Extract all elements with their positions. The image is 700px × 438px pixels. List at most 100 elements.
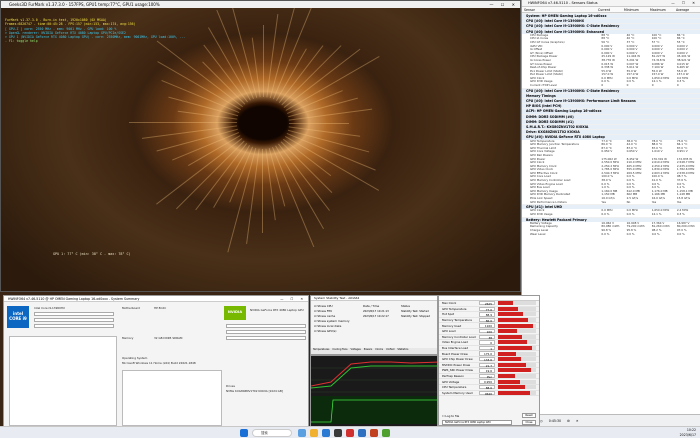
gpuz-sensor-graph <box>498 323 536 328</box>
close-icon[interactable]: ✕ <box>576 419 579 423</box>
hwinfo-sensors-title-bar[interactable]: HWiNFO64 v7.46-5110 - Sensors Status — ☐… <box>522 0 700 7</box>
osd-line: - F1: toggle help <box>5 39 38 44</box>
graph-tab[interactable]: Powers <box>364 348 372 354</box>
gpuz-taskbar-icon[interactable] <box>382 429 390 437</box>
column-header[interactable]: Minimum <box>622 7 648 12</box>
gpuz-sensor-name: Bus Interface Load <box>442 346 469 351</box>
gpuz-sensor-window[interactable]: Max Clock 2625 GPU Temperature 77.0 Hot Spot… <box>438 295 540 426</box>
gpuz-sensor-value: 0 <box>479 340 495 345</box>
gpuz-sensor-graph <box>498 368 536 373</box>
os-value: Microsoft Windows 11 Home (x64) Build 22… <box>122 361 196 365</box>
close-button[interactable]: Close <box>522 420 536 425</box>
iris-ray <box>285 56 380 111</box>
drives-label: Drives <box>226 384 235 388</box>
column-header[interactable]: Maximum <box>648 7 674 12</box>
aida64-taskbar-icon[interactable] <box>370 429 378 437</box>
column-header[interactable]: Current <box>596 7 622 12</box>
gpuz-sensor-graph <box>498 306 536 311</box>
gpuz-sensor-value: 86.0 <box>479 317 495 323</box>
gpuz-sensor-name: CPU Temperature <box>442 385 467 390</box>
sensor-value: 0 <box>601 83 604 88</box>
gpuz-graph-fill <box>498 362 526 367</box>
system-clock[interactable]: 10:22 2023/6/17 <box>680 428 696 437</box>
sensor-row[interactable]: GPU Performance Limiters Yes No Yes Yes <box>522 199 700 205</box>
os-label: Operating System <box>122 356 148 360</box>
window-controls[interactable]: — ☐ ✕ <box>671 0 698 7</box>
gpu-select[interactable]: NVIDIA GeForce RTX 4080 Laptop GPU <box>442 420 512 425</box>
iris-ray <box>157 61 241 110</box>
sensor-name: Wear Level <box>530 231 546 236</box>
log-to-file-checkbox[interactable]: ☐ Log to file <box>442 414 459 418</box>
reset-button[interactable]: Reset <box>522 413 536 418</box>
sensor-row[interactable]: Wear Level 0.0 % 0.0 % 0.0 % 0.0 % <box>522 231 700 237</box>
graph-tab[interactable]: Cooling Fans <box>332 348 347 354</box>
gpuz-graph-fill <box>498 368 531 373</box>
column-header[interactable]: Average <box>674 7 700 12</box>
hwinfo-summary-title-bar[interactable]: HWiNFO64 v7.46-5110 @ HP OMEN Gaming Lap… <box>4 296 308 302</box>
gpuz-sensor-value: 19.6 <box>479 368 495 373</box>
furmark-title: Geeks3D FurMark v1.37.3.0 - 157FPS, GPU1… <box>9 2 160 7</box>
iris-ray <box>287 129 370 153</box>
sensor-value: 0 <box>676 83 679 88</box>
hwinfo-sensors-title: HWiNFO64 v7.46-5110 - Sensors Status <box>528 1 598 5</box>
gpuz-sensor-value: 1 <box>479 345 495 351</box>
task-view-icon[interactable] <box>298 429 306 437</box>
graph-tab[interactable]: Temperatures <box>313 348 329 354</box>
hwinfo-taskbar-icon[interactable] <box>358 429 366 437</box>
gpuz-sensor-graph <box>498 351 536 356</box>
cpu-field <box>34 324 114 328</box>
sensor-value: 0.3 % <box>676 212 685 216</box>
graph-tabs[interactable]: Temperatures Cooling Fans Voltages Powers Cl… <box>311 348 437 354</box>
iris-ray <box>285 136 380 191</box>
gpuz-sensor-name: Memory Temperature <box>442 318 472 323</box>
graph-tab[interactable]: Clocks <box>375 348 383 354</box>
gpuz-sensor-name: GPU Voltage <box>442 379 460 384</box>
sensor-value: Yes <box>651 199 657 204</box>
gpuz-sensor-graph <box>498 301 536 306</box>
gpuz-sensor-value: 133.6 <box>479 357 495 362</box>
gpuz-graph-fill <box>498 334 522 339</box>
sensor-row[interactable]: Current cTDP Level 0 0 0 0 <box>522 83 700 88</box>
edge-icon[interactable] <box>322 429 330 437</box>
gpuz-sensor-name: Memory Used <box>442 323 462 328</box>
window-controls[interactable]: — ☐ ✕ <box>490 1 518 8</box>
stress-checkbox-label: Stress CPU <box>317 304 333 308</box>
gpuz-sensor-name: PerfCap Reason <box>442 374 464 379</box>
furmark-window[interactable]: Geeks3D FurMark v1.37.3.0 - 157FPS, GPU1… <box>0 0 521 292</box>
gpu-temp-line <box>311 365 437 389</box>
gpuz-graph-fill <box>498 340 527 345</box>
gpuz-graph-fill <box>498 301 514 306</box>
graph-tab[interactable]: Unified <box>386 348 394 354</box>
hwinfo-sensors-window[interactable]: HWiNFO64 v7.46-5110 - Sensors Status — ☐… <box>521 0 700 426</box>
stress-checkbox-label: Stress system memory <box>317 319 350 323</box>
column-header[interactable]: Sensor <box>522 7 596 12</box>
graph-tab[interactable]: Statistics <box>397 348 408 354</box>
gpu-name: NVIDIA GeForce RTX 4080 Laptop GPU <box>250 308 304 312</box>
status-2: Stability Test: Stopped <box>401 315 431 318</box>
graph-tab[interactable]: Voltages <box>351 348 361 354</box>
sensor-row[interactable]: GPU D3D Usage 0.0 % 0.0 % 12.1 % 0.3 % <box>522 212 700 217</box>
settings-icon[interactable]: ⚙ <box>567 419 570 423</box>
furmark-taskbar-icon[interactable] <box>346 429 354 437</box>
date-1: 2023/6/17 10:21:13 <box>363 310 389 313</box>
file-explorer-icon[interactable] <box>310 429 318 437</box>
clock-date: 2023/6/17 <box>679 432 696 437</box>
stress-checkbox[interactable]: ☑ Stress GPU(s) <box>314 329 350 334</box>
cpu-name: Intel Core i9-13900HX <box>34 306 65 310</box>
gpuz-graph-fill <box>498 357 521 362</box>
sensor-value: Yes <box>676 199 682 204</box>
stress-options[interactable]: ☑ Stress CPU ☑ Stress FPU ☑ Stress cache ☑ … <box>314 304 350 334</box>
store-icon[interactable] <box>334 429 342 437</box>
sensor-name: Current cTDP Level <box>530 83 557 88</box>
window-controls[interactable]: — ☐ ✕ <box>280 296 306 302</box>
gpuz-graph-fill <box>498 390 530 395</box>
stability-test-window[interactable]: System Stability Test - AIDA64 ☑ Stress … <box>310 295 438 355</box>
iris-ray <box>288 108 373 121</box>
windows-start-icon[interactable] <box>240 429 248 437</box>
hwinfo-summary-window[interactable]: HWiNFO64 v7.46-5110 @ HP OMEN Gaming Lap… <box>3 295 309 430</box>
iris-ray <box>265 148 276 221</box>
sensor-value: No <box>626 199 631 204</box>
furmark-title-bar[interactable]: Geeks3D FurMark v1.37.3.0 - 157FPS, GPU1… <box>1 1 520 8</box>
taskbar-search[interactable]: 搜索 <box>252 429 292 437</box>
gpuz-sensor-name: Board Power Draw <box>442 351 468 356</box>
